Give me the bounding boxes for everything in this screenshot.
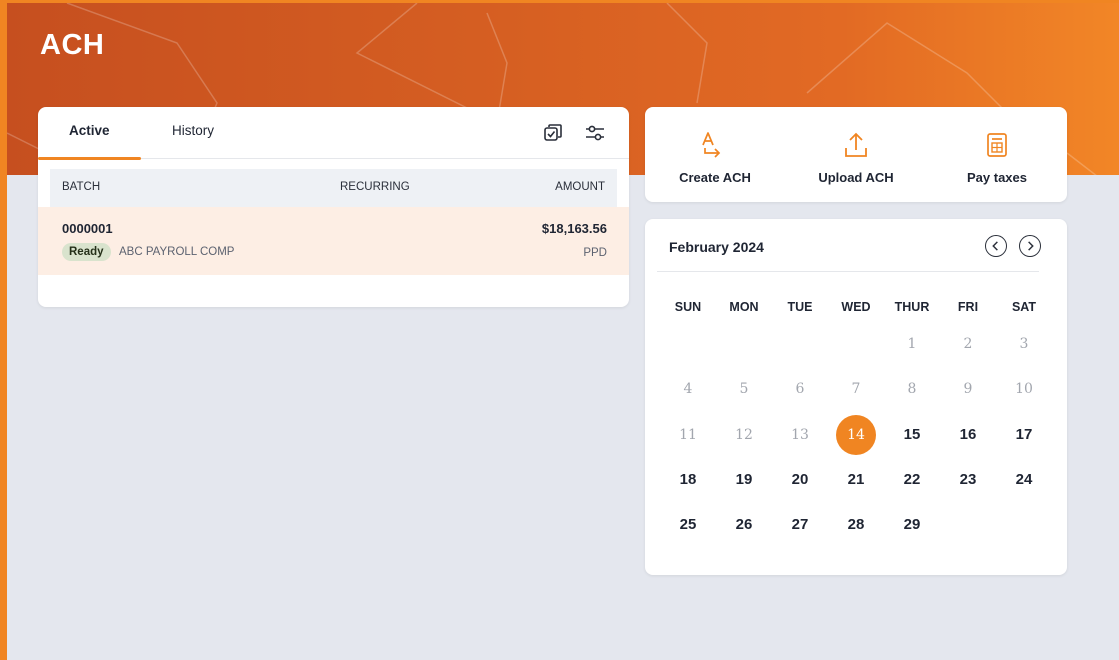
tab-history[interactable]: History [141, 107, 241, 159]
batch-id: 0000001 [62, 221, 113, 236]
chevron-left-icon[interactable] [985, 235, 1007, 257]
column-recurring[interactable]: RECURRING [340, 181, 410, 193]
batch-type: PPD [583, 247, 607, 259]
calendar-day-selected[interactable]: 14 [836, 415, 876, 455]
calendar-day: 1 [907, 336, 917, 352]
batch-tabs: Active History [38, 107, 629, 160]
tab-active[interactable]: Active [38, 107, 141, 160]
column-amount[interactable]: AMOUNT [555, 181, 605, 193]
sliders-filter-icon[interactable] [584, 122, 606, 144]
calendar-day: 2 [963, 336, 973, 352]
page-title: ACH [40, 29, 105, 61]
calendar-day: 10 [1015, 381, 1033, 397]
weekday-header: SUN [674, 300, 702, 314]
calendar-day[interactable]: 18 [668, 460, 708, 500]
quick-actions-card: Create ACH Upload ACH Pay taxes [645, 107, 1067, 202]
batch-amount: $18,163.56 [541, 221, 607, 236]
calendar-day[interactable]: 26 [724, 505, 764, 545]
action-label: Upload ACH [818, 170, 894, 185]
calendar-day[interactable]: 19 [724, 460, 764, 500]
calendar-day: 3 [1019, 336, 1029, 352]
calendar-day[interactable]: 23 [948, 460, 988, 500]
chevron-right-icon[interactable] [1019, 235, 1041, 257]
pay-taxes-button[interactable]: Pay taxes [927, 107, 1067, 202]
calendar-day: 4 [683, 381, 693, 397]
calendar-day[interactable]: 25 [668, 505, 708, 545]
calendar-day[interactable]: 22 [892, 460, 932, 500]
calendar-day: 9 [963, 381, 973, 397]
calendar-day[interactable]: 29 [892, 505, 932, 545]
action-label: Pay taxes [967, 170, 1027, 185]
tab-label: History [172, 123, 215, 138]
create-ach-icon [702, 132, 721, 158]
company-name: ABC PAYROLL COMP [119, 246, 235, 258]
calendar-day: 7 [851, 381, 861, 397]
calendar-day[interactable]: 21 [836, 460, 876, 500]
calendar-day[interactable]: 15 [892, 415, 932, 455]
table-header: BATCH RECURRING AMOUNT [50, 169, 617, 207]
calendar-day: 13 [791, 427, 809, 443]
weekday-header: SAT [1011, 300, 1037, 314]
action-label: Create ACH [679, 170, 751, 185]
calendar-day[interactable]: 24 [1004, 460, 1044, 500]
calendar-day[interactable]: 27 [780, 505, 820, 545]
tab-label: Active [69, 123, 110, 138]
calendar-divider [657, 271, 1039, 272]
weekday-header: THUR [894, 300, 930, 314]
weekday-header: TUE [787, 300, 813, 314]
weekday-header: WED [841, 300, 871, 314]
calendar-day: 12 [735, 427, 753, 443]
calendar-day: 5 [739, 381, 749, 397]
calendar-day[interactable]: 28 [836, 505, 876, 545]
calendar-day[interactable]: 16 [948, 415, 988, 455]
calendar-day: 6 [795, 381, 805, 397]
status-badge: Ready [62, 243, 111, 261]
calendar-day[interactable]: 17 [1004, 415, 1044, 455]
column-batch[interactable]: BATCH [62, 181, 100, 193]
calendar-day: 11 [679, 427, 697, 443]
calendar-month-label: February 2024 [669, 239, 764, 255]
calendar-card: February 2024 SUN MON TUE WED THUR FRI SAT 1 2 3 4… [645, 219, 1067, 575]
weekday-header: MON [729, 300, 759, 314]
tax-calculator-icon [987, 133, 1007, 157]
calendar-day[interactable]: 20 [780, 460, 820, 500]
create-ach-button[interactable]: Create ACH [645, 107, 785, 202]
calendar-day: 8 [907, 381, 917, 397]
app-frame: ACH Active History BATCH RECURRING AMOUN… [0, 0, 1119, 660]
batch-list-card: Active History BATCH RECURRING AMOUNT 00… [38, 107, 629, 307]
table-row[interactable]: 0000001 Ready ABC PAYROLL COMP $18,163.5… [38, 207, 629, 275]
upload-ach-button[interactable]: Upload ACH [786, 107, 926, 202]
upload-icon [845, 132, 867, 157]
checkbox-select-icon[interactable] [542, 122, 564, 144]
weekday-header: FRI [957, 300, 979, 314]
